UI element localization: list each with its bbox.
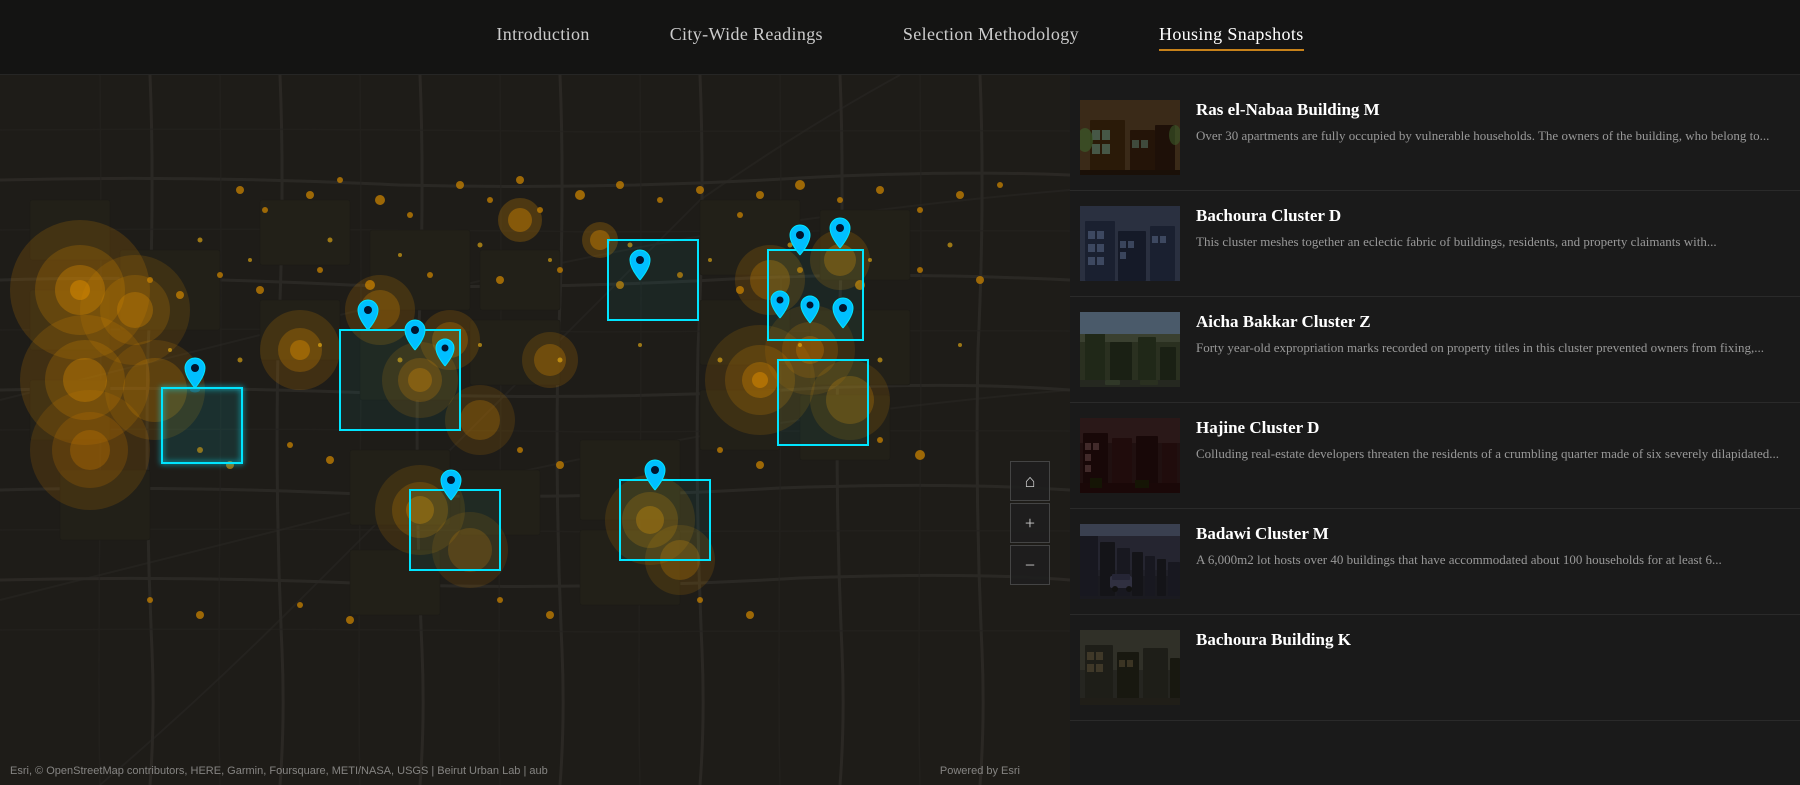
snapshot-item[interactable]: Ras el-Nabaa Building M Over 30 apartmen… — [1070, 85, 1800, 191]
snapshot-title: Bachoura Cluster D — [1196, 206, 1780, 226]
map-attribution: Esri, © OpenStreetMap contributors, HERE… — [0, 765, 1070, 777]
map-home-button[interactable]: ⌂ — [1010, 461, 1050, 501]
snapshot-description: A 6,000m2 lot hosts over 40 buildings th… — [1196, 550, 1780, 570]
snapshot-description: Forty year-old expropriation marks recor… — [1196, 338, 1780, 358]
snapshot-thumbnail — [1080, 418, 1180, 493]
map-zoom-in-button[interactable]: + — [1010, 503, 1050, 543]
snapshot-title: Aicha Bakkar Cluster Z — [1196, 312, 1780, 332]
snapshot-title: Bachoura Building K — [1196, 630, 1780, 650]
snapshot-content: Badawi Cluster M A 6,000m2 lot hosts ove… — [1196, 524, 1780, 570]
snapshot-item[interactable]: Hajine Cluster D Colluding real-estate d… — [1070, 403, 1800, 509]
snapshot-item[interactable]: Aicha Bakkar Cluster Z Forty year-old ex… — [1070, 297, 1800, 403]
snapshot-description: This cluster meshes together an eclectic… — [1196, 232, 1780, 252]
nav-introduction[interactable]: Introduction — [496, 24, 589, 51]
map-controls: ⌂ + − — [1010, 461, 1050, 585]
main-nav: Introduction City-Wide Readings Selectio… — [0, 0, 1800, 75]
map-roads — [0, 0, 1070, 785]
nav-selection[interactable]: Selection Methodology — [903, 24, 1079, 51]
snapshot-item[interactable]: Badawi Cluster M A 6,000m2 lot hosts ove… — [1070, 509, 1800, 615]
snapshot-description: Over 30 apartments are fully occupied by… — [1196, 126, 1780, 146]
map-zoom-out-button[interactable]: − — [1010, 545, 1050, 585]
snapshot-content: Aicha Bakkar Cluster Z Forty year-old ex… — [1196, 312, 1780, 358]
snapshot-thumbnail — [1080, 206, 1180, 281]
snapshot-item[interactable]: Bachoura Cluster D This cluster meshes t… — [1070, 191, 1800, 297]
snapshot-thumbnail — [1080, 630, 1180, 705]
snapshot-thumbnail — [1080, 524, 1180, 599]
snapshot-content: Hajine Cluster D Colluding real-estate d… — [1196, 418, 1780, 464]
snapshot-content: Ras el-Nabaa Building M Over 30 apartmen… — [1196, 100, 1780, 146]
esri-attribution: Powered by Esri — [940, 765, 1020, 777]
nav-housing[interactable]: Housing Snapshots — [1159, 24, 1304, 51]
snapshot-content: Bachoura Building K — [1196, 630, 1780, 656]
snapshot-title: Ras el-Nabaa Building M — [1196, 100, 1780, 120]
snapshot-content: Bachoura Cluster D This cluster meshes t… — [1196, 206, 1780, 252]
snapshot-thumbnail — [1080, 312, 1180, 387]
snapshot-description: Colluding real-estate developers threate… — [1196, 444, 1780, 464]
snapshot-title: Hajine Cluster D — [1196, 418, 1780, 438]
map-container: ⌂ + − Esri, © OpenStreetMap contributors… — [0, 0, 1070, 785]
snapshot-item[interactable]: Bachoura Building K — [1070, 615, 1800, 721]
snapshots-panel: Ras el-Nabaa Building M Over 30 apartmen… — [1070, 75, 1800, 785]
snapshot-title: Badawi Cluster M — [1196, 524, 1780, 544]
nav-city-wide[interactable]: City-Wide Readings — [670, 24, 823, 51]
snapshot-thumbnail — [1080, 100, 1180, 175]
